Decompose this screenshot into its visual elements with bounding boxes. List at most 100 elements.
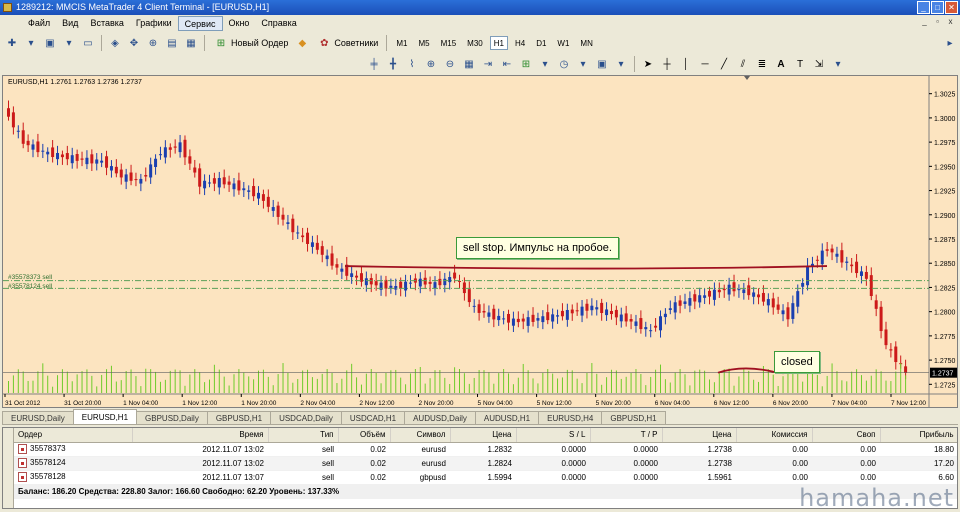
tab-usdcad-daily[interactable]: USDCAD,Daily: [270, 411, 342, 424]
zoom-in-icon[interactable]: ⊕: [423, 56, 439, 72]
menu-charts[interactable]: Графики: [130, 16, 178, 31]
maximize-button[interactable]: □: [931, 1, 944, 14]
table-row[interactable]: 35578124 2012.11.07 13:02 sell 0.02 euru…: [14, 456, 957, 471]
tab-eurusd-h4[interactable]: EURUSD,H4: [538, 411, 603, 424]
chart-shift-icon[interactable]: ⇤: [499, 56, 515, 72]
chart-window[interactable]: 1.3025 1.3000 1.2975 1.2950 1.2925 1.2900 1.28…: [2, 75, 958, 408]
tab-gbpusd-h1-2[interactable]: GBPUSD,H1: [601, 411, 666, 424]
crosshair-icon[interactable]: ┼: [659, 56, 675, 72]
col-profit[interactable]: Прибыль: [880, 428, 957, 443]
table-row[interactable]: 35578128 2012.11.07 13:07 sell 0.02 gbpu…: [14, 470, 957, 485]
trendline-icon[interactable]: ╱: [716, 56, 732, 72]
x-tick-label: 31 Oct 20:00: [64, 400, 102, 407]
col-tp[interactable]: T / P: [590, 428, 663, 443]
periods-icon[interactable]: ◷: [556, 56, 572, 72]
candle-body: [453, 272, 457, 279]
vertical-line-icon[interactable]: │: [678, 56, 694, 72]
timeframe-d1[interactable]: D1: [532, 36, 550, 50]
timeframe-m30[interactable]: M30: [463, 36, 487, 50]
timeframe-mn[interactable]: MN: [576, 36, 596, 50]
col-type[interactable]: Тип: [268, 428, 339, 443]
dropdown-arrow-icon[interactable]: ▾: [23, 35, 39, 51]
tab-gbpusd-daily[interactable]: GBPUSD,Daily: [136, 411, 208, 424]
indicators-icon[interactable]: ⊞: [518, 56, 534, 72]
equidistant-channel-icon[interactable]: ⫽: [735, 56, 751, 72]
col-swap[interactable]: Своп: [812, 428, 881, 443]
candle-body: [173, 146, 177, 148]
tab-audusd-daily[interactable]: AUDUSD,Daily: [404, 411, 476, 424]
cursor-icon[interactable]: ➤: [640, 56, 656, 72]
zoom-out-icon[interactable]: ⊖: [442, 56, 458, 72]
menu-insert[interactable]: Вставка: [84, 16, 129, 31]
text-icon[interactable]: A: [773, 56, 789, 72]
col-volume[interactable]: Объём: [338, 428, 391, 443]
tab-usdcad-h1[interactable]: USDCAD,H1: [340, 411, 406, 424]
mdi-minimize-button[interactable]: _: [919, 17, 930, 28]
expert-advisors-icon[interactable]: ◆: [294, 35, 310, 51]
candle-body: [335, 264, 339, 268]
dropdown-arrow-icon[interactable]: ▾: [830, 56, 846, 72]
menu-view[interactable]: Вид: [56, 16, 84, 31]
terminal-icon[interactable]: ▤: [164, 35, 180, 51]
menu-help[interactable]: Справка: [255, 16, 302, 31]
col-price[interactable]: Цена: [662, 428, 737, 443]
x-tick-label: 1 Nov 04:00: [123, 400, 158, 407]
timeframe-h1[interactable]: H1: [489, 36, 508, 50]
bar-chart-icon[interactable]: ╪: [366, 56, 382, 72]
navigator-icon[interactable]: ✥: [126, 35, 142, 51]
tab-audusd-h1[interactable]: AUDUSD,H1: [474, 411, 540, 424]
candle-body: [904, 366, 908, 373]
dropdown-arrow-icon[interactable]: ▾: [61, 35, 77, 51]
dropdown-arrow-icon[interactable]: ▾: [537, 56, 553, 72]
candle-body: [46, 151, 50, 155]
dropdown-arrow-icon[interactable]: ▾: [575, 56, 591, 72]
col-sl[interactable]: S / L: [516, 428, 591, 443]
candlestick-icon[interactable]: ╋: [385, 56, 401, 72]
data-window-icon[interactable]: ⊕: [145, 35, 161, 51]
menu-tools[interactable]: Сервис: [177, 16, 223, 31]
templates-icon[interactable]: ▣: [594, 56, 610, 72]
strategy-tester-icon[interactable]: ▦: [183, 35, 199, 51]
candle-body: [105, 156, 109, 168]
toolbar-options-icon[interactable]: ▸: [942, 35, 958, 51]
minimize-button[interactable]: _: [917, 1, 930, 14]
window-icon[interactable]: ▭: [80, 35, 96, 51]
table-row[interactable]: 35578373 2012.11.07 13:02 sell 0.02 euru…: [14, 442, 957, 457]
timeframe-w1[interactable]: W1: [553, 36, 573, 50]
horizontal-line-icon[interactable]: ─: [697, 56, 713, 72]
arrows-icon[interactable]: ⇲: [811, 56, 827, 72]
col-open-price[interactable]: Цена: [450, 428, 517, 443]
text-label-icon[interactable]: T: [792, 56, 808, 72]
timeframe-m15[interactable]: M15: [437, 36, 461, 50]
close-button[interactable]: ✕: [945, 1, 958, 14]
timeframe-h4[interactable]: H4: [511, 36, 529, 50]
mdi-restore-button[interactable]: ▫: [932, 17, 943, 28]
candle-body: [766, 299, 770, 306]
market-watch-icon[interactable]: ◈: [107, 35, 123, 51]
menu-file[interactable]: Файл: [22, 16, 56, 31]
col-symbol[interactable]: Символ: [390, 428, 451, 443]
order-id: 35578124: [30, 458, 66, 468]
tile-windows-icon[interactable]: ▦: [461, 56, 477, 72]
profiles-icon[interactable]: ▣: [42, 35, 58, 51]
timeframe-m5[interactable]: M5: [414, 36, 433, 50]
timeframe-m1[interactable]: M1: [392, 36, 411, 50]
candle-body: [85, 157, 89, 165]
mdi-close-button[interactable]: x: [945, 17, 956, 28]
autoscroll-icon[interactable]: ⇥: [480, 56, 496, 72]
tab-gbpusd-h1[interactable]: GBPUSD,H1: [206, 411, 272, 424]
col-order[interactable]: Ордер: [14, 428, 133, 443]
col-commission[interactable]: Комиссия: [736, 428, 813, 443]
tab-eurusd-h1[interactable]: EURUSD,H1: [72, 409, 138, 424]
candle-body: [100, 160, 104, 163]
menu-window[interactable]: Окно: [223, 16, 256, 31]
tab-eurusd-daily[interactable]: EURUSD,Daily: [2, 411, 74, 424]
dropdown-arrow-icon[interactable]: ▾: [613, 56, 629, 72]
col-time[interactable]: Время: [132, 428, 269, 443]
line-chart-icon[interactable]: ⌇: [404, 56, 420, 72]
fibonacci-icon[interactable]: ≣: [754, 56, 770, 72]
new-order-button[interactable]: ⊞ Новый Ордер: [210, 35, 291, 51]
candle-body: [521, 318, 525, 322]
new-chart-icon[interactable]: ✚: [4, 35, 20, 51]
advisors-button[interactable]: ✿ Советники: [313, 35, 381, 51]
